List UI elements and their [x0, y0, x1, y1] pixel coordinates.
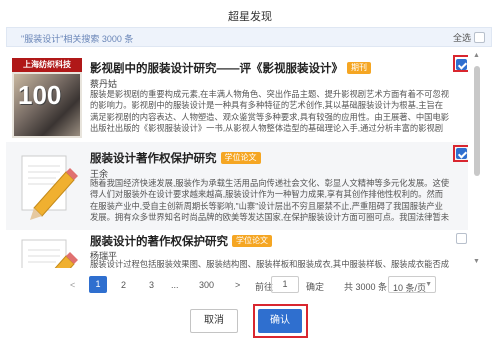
result-list: 上海纺织科技 100 影视剧中的服装设计研究——评《影视服装设计》 期刊 蔡丹姑 …: [6, 52, 468, 268]
document-pencil-thumbnail[interactable]: [12, 234, 82, 268]
item-title-row[interactable]: 影视剧中的服装设计研究——评《影视服装设计》 期刊: [90, 60, 371, 76]
dialog-title: 超星发现: [228, 11, 272, 23]
document-pencil-thumbnail[interactable]: [12, 150, 82, 230]
document-pencil-icon: [21, 239, 78, 268]
type-badge: 学位论文: [220, 152, 261, 164]
page-button[interactable]: 2: [121, 280, 126, 290]
list-item[interactable]: 服装设计著作权保护研究 学位论文 王余 随着我国经济快速发展,服装作为承载生活用品…: [6, 142, 468, 230]
item-title[interactable]: 影视剧中的服装设计研究——评《影视服装设计》: [90, 63, 343, 75]
scroll-up-icon[interactable]: ▲: [473, 52, 480, 59]
pagination: < 1 2 3 ... 300 > 前往 1 确定 共 3000 条 10 条/…: [0, 276, 500, 298]
select-all-checkbox[interactable]: [474, 32, 485, 43]
confirm-highlight: [253, 304, 308, 338]
page-size-value: 10 条/页: [393, 283, 427, 293]
scroll-down-icon[interactable]: ▼: [473, 258, 480, 265]
select-all-toggle[interactable]: 全选: [453, 31, 485, 44]
item-abstract: 服装设计过程包括服装效果图、服装结构图、服装样板和服装成衣,其中服装样板、服装成…: [90, 259, 450, 268]
filter-bar: "服装设计"相关搜索 3000 条 全选: [6, 27, 492, 47]
list-item[interactable]: 服装设计的著作权保护研究 学位论文 杨瑞平 服装设计过程包括服装效果图、服装结构图…: [6, 230, 468, 268]
magazine-masthead: 上海纺织科技: [12, 58, 82, 72]
scroll-thumb[interactable]: [474, 66, 480, 176]
item-title[interactable]: 服装设计著作权保护研究: [90, 153, 217, 165]
checkbox-highlight: [453, 55, 468, 72]
item-abstract: 随着我国经济快速发展,服装作为承载生活用品向传递社会文化、彰显人文精神等多元化发…: [90, 178, 450, 224]
item-title[interactable]: 服装设计的著作权保护研究: [90, 236, 228, 248]
issue-number: 100: [18, 80, 62, 110]
page-button[interactable]: 300: [199, 280, 214, 290]
page-button-current[interactable]: 1: [89, 276, 107, 293]
page-ellipsis[interactable]: ...: [171, 280, 179, 290]
prev-page-button[interactable]: <: [70, 280, 75, 290]
next-page-button[interactable]: >: [235, 280, 240, 290]
list-item[interactable]: 上海纺织科技 100 影视剧中的服装设计研究——评《影视服装设计》 期刊 蔡丹姑 …: [6, 52, 468, 150]
item-abstract: 服装是影视剧的重要构成元素,在丰满人物角色、突出作品主题、提升影视剧艺术方面有着…: [90, 89, 450, 135]
magazine-cover-thumbnail[interactable]: 上海纺织科技 100: [12, 58, 82, 138]
type-badge: 期刊: [347, 62, 371, 74]
checkbox-highlight: [453, 145, 468, 162]
goto-page-input[interactable]: 1: [271, 276, 299, 293]
document-pencil-icon: [21, 155, 78, 220]
item-title-row[interactable]: 服装设计的著作权保护研究 学位论文: [90, 233, 272, 249]
type-badge: 学位论文: [232, 235, 272, 247]
select-all-label: 全选: [452, 33, 471, 43]
item-title-row[interactable]: 服装设计著作权保护研究 学位论文: [90, 150, 261, 166]
item-checkbox[interactable]: [456, 233, 467, 244]
search-summary: "服装设计"相关搜索 3000 条: [21, 34, 134, 44]
goto-confirm-button[interactable]: 确定: [306, 280, 324, 293]
total-count: 共 3000 条: [344, 282, 388, 292]
list-scrollbar[interactable]: ▲ ▼: [472, 52, 482, 268]
page-button[interactable]: 3: [149, 280, 154, 290]
page-size-select[interactable]: 10 条/页 ▼: [388, 276, 436, 293]
cancel-button[interactable]: 取消: [190, 309, 238, 333]
chevron-down-icon: ▼: [425, 281, 432, 288]
